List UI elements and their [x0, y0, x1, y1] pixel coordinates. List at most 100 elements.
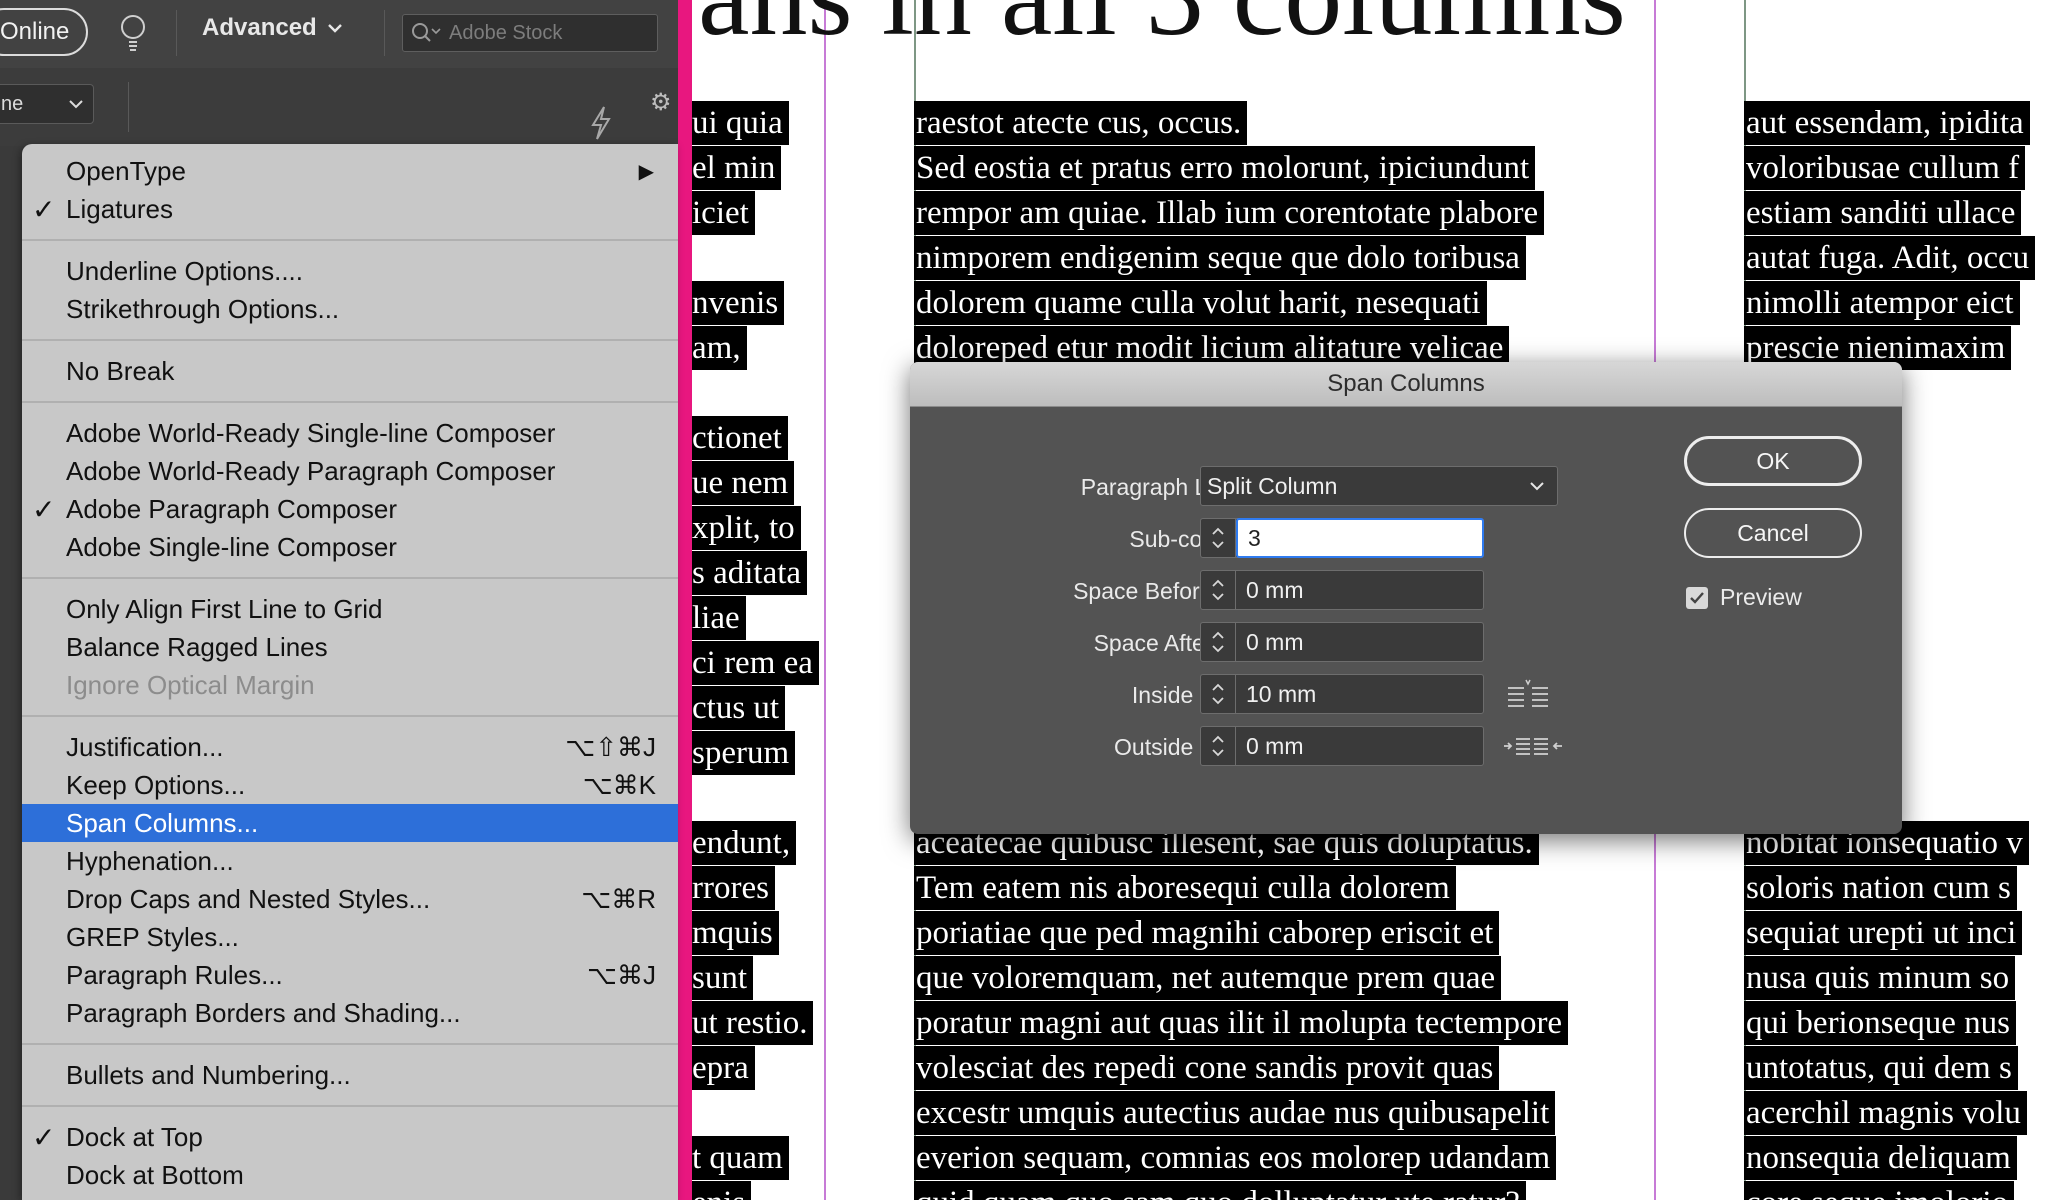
space-before-input[interactable]: 0 mm: [1236, 571, 1483, 609]
text-line-content: quid quam quo sam quo dolluptatur ute ra…: [914, 1180, 1526, 1200]
menu-item[interactable]: Strikethrough Options...: [22, 290, 678, 328]
text-line: endunt,: [690, 820, 824, 865]
outside-gutter-input[interactable]: 0 mm: [1236, 727, 1483, 765]
menu-item[interactable]: Adobe World-Ready Paragraph Composer: [22, 452, 678, 490]
menu-item[interactable]: Adobe Single-line Composer: [22, 528, 678, 566]
menu-item[interactable]: Paragraph Rules... ⌥⌘J: [22, 956, 678, 994]
menu-item[interactable]: GREP Styles...: [22, 918, 678, 956]
stepper-arrows-icon[interactable]: [1201, 675, 1236, 713]
text-line: ctus ut: [690, 685, 824, 730]
text-line: iciet: [690, 190, 824, 235]
paragraph-layout-dropdown[interactable]: Split Column: [1200, 466, 1558, 506]
menu-item[interactable]: ✓ Adobe Paragraph Composer: [22, 490, 678, 528]
online-button[interactable]: Online: [0, 8, 88, 56]
panel-select-value: ne: [1, 92, 24, 115]
menu-item[interactable]: No Break: [22, 352, 678, 390]
top-toolbar: Online Advanced Adobe Stock: [0, 0, 678, 69]
text-line-content: rrores: [690, 865, 775, 910]
text-line: epra: [690, 1045, 824, 1090]
inside-gutter-input[interactable]: 10 mm: [1236, 675, 1483, 713]
menu-item-shortcut: ⌥⌘R: [581, 883, 656, 914]
menu-item[interactable]: Adobe World-Ready Single-line Composer: [22, 414, 678, 452]
space-after-stepper[interactable]: 0 mm: [1200, 622, 1484, 662]
text-line-content: everion sequam, comnias eos molorep udan…: [914, 1135, 1557, 1180]
menu-item[interactable]: Balance Ragged Lines: [22, 628, 678, 666]
menu-item-label: Adobe World-Ready Paragraph Composer: [66, 455, 556, 486]
text-line: rempor am quiae. Illab ium corentotate p…: [914, 190, 1654, 235]
menu-item[interactable]: Bullets and Numbering...: [22, 1056, 678, 1094]
menu-item[interactable]: Span Columns...: [22, 804, 678, 842]
dialog-titlebar[interactable]: Span Columns: [910, 362, 1902, 407]
toolbar-divider: [384, 10, 385, 56]
text-line-content: voloribusae cullum f: [1744, 145, 2026, 190]
gear-icon[interactable]: ⚙: [650, 88, 672, 117]
text-line-content: core seque imolorio: [1744, 1180, 2015, 1200]
text-line-content: nimolli atempor eict: [1744, 280, 2020, 325]
checkmark-icon: ✓: [32, 493, 56, 525]
text-line-content: epra: [690, 1045, 755, 1090]
paragraph-layout-value: Split Column: [1207, 472, 1338, 499]
menu-item[interactable]: Dock at Bottom: [22, 1156, 678, 1194]
text-line-content: rempor am quiae. Illab ium corentotate p…: [914, 190, 1545, 235]
menu-item: Ignore Optical Margin: [22, 666, 678, 704]
lightbulb-icon[interactable]: [118, 12, 148, 56]
menu-separator: [22, 577, 678, 579]
text-line-content: sunt: [690, 955, 754, 1000]
menu-item[interactable]: Underline Options....: [22, 252, 678, 290]
outside-gutter-stepper[interactable]: 0 mm: [1200, 726, 1484, 766]
space-before-stepper[interactable]: 0 mm: [1200, 570, 1484, 610]
menu-separator: [22, 715, 678, 717]
stepper-arrows-icon[interactable]: [1201, 571, 1236, 609]
sub-columns-stepper[interactable]: 3: [1200, 518, 1484, 558]
inside-gutter-stepper[interactable]: 10 mm: [1200, 674, 1484, 714]
text-line-content: el min: [690, 145, 782, 190]
menu-item-shortcut: ⌥⌘K: [582, 769, 656, 800]
checkmark-icon: ✓: [32, 193, 56, 225]
menu-item[interactable]: OpenType ▶: [22, 152, 678, 190]
space-after-input[interactable]: 0 mm: [1236, 623, 1483, 661]
stepper-arrows-icon[interactable]: [1201, 623, 1236, 661]
stepper-arrows-icon[interactable]: [1201, 727, 1236, 765]
text-line-content: nusa quis minum so: [1744, 955, 2016, 1000]
menu-item[interactable]: Justification... ⌥⇧⌘J: [22, 728, 678, 766]
online-button-label: Online: [0, 18, 70, 45]
text-column-1[interactable]: ui quia el min iciet nvenis am, ctionet ue nem…: [690, 100, 824, 1200]
text-line-content: soloris nation cum s: [1744, 865, 2017, 910]
preview-checkbox[interactable]: Preview: [1686, 584, 1802, 611]
text-line: Tem eatem nis aboresequi culla dolorem: [914, 865, 1654, 910]
text-line-content: nimporem endigenim seque que dolo toribu…: [914, 235, 1526, 280]
menu-item[interactable]: Drop Caps and Nested Styles... ⌥⌘R: [22, 880, 678, 918]
menu-item[interactable]: Only Align First Line to Grid: [22, 590, 678, 628]
cancel-button[interactable]: Cancel: [1684, 508, 1862, 558]
menu-item[interactable]: Paragraph Borders and Shading...: [22, 994, 678, 1032]
text-line-content: autat fuga. Adit, occu: [1744, 235, 2036, 280]
checkmark-icon[interactable]: [1686, 586, 1708, 609]
text-line: excestr umquis autectius audae nus quibu…: [914, 1090, 1654, 1135]
menu-item-label: Dock at Top: [66, 1121, 203, 1152]
text-line-content: ctionet: [690, 415, 788, 460]
workspace-switcher[interactable]: Advanced: [202, 14, 343, 42]
text-line-content: volesciat des repedi cone sandis provit …: [914, 1045, 1500, 1090]
lightning-icon[interactable]: [590, 106, 612, 140]
menu-item-label: Ligatures: [66, 193, 173, 224]
text-line-content: aut essendam, ipidita: [1744, 100, 2030, 145]
ok-button[interactable]: OK: [1684, 436, 1862, 486]
menu-item[interactable]: ✓ Dock at Top: [22, 1118, 678, 1156]
toolbar-divider: [176, 10, 177, 56]
menu-item[interactable]: Keep Options... ⌥⌘K: [22, 766, 678, 804]
inside-gutter-icon: [1508, 679, 1548, 707]
text-line-content: ctus ut: [690, 685, 786, 730]
text-line: [690, 235, 824, 280]
text-line-content: Sed eostia et pratus erro molorunt, ipic…: [914, 145, 1536, 190]
menu-item-label: Hyphenation...: [66, 845, 234, 876]
text-line: sequiat urepti ut inci: [1744, 910, 2048, 955]
panel-select[interactable]: ne: [0, 84, 94, 124]
menu-item[interactable]: Hyphenation...: [22, 842, 678, 880]
sub-columns-input[interactable]: 3: [1236, 518, 1484, 558]
adobe-stock-search[interactable]: Adobe Stock: [402, 14, 658, 52]
stepper-arrows-icon[interactable]: [1201, 519, 1236, 557]
menu-item[interactable]: ✓ Ligatures: [22, 190, 678, 228]
text-line: nvenis: [690, 280, 824, 325]
text-line: nimporem endigenim seque que dolo toribu…: [914, 235, 1654, 280]
menu-item-label: OpenType: [66, 155, 186, 186]
